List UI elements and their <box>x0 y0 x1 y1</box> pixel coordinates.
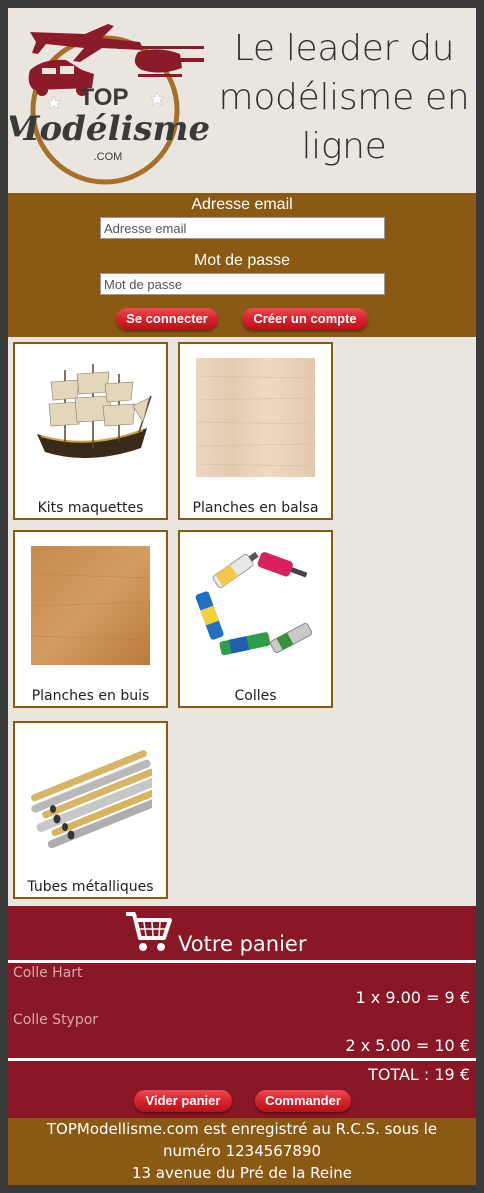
site-logo[interactable]: TOP Modélisme .COM <box>10 10 210 186</box>
cart-item-name: Colle Stypor <box>13 1012 99 1028</box>
svg-text:TOP: TOP <box>80 84 129 111</box>
product-label: Planches en balsa <box>192 500 319 516</box>
svg-text:Modélisme: Modélisme <box>10 109 210 149</box>
order-button[interactable]: Commander <box>255 1090 351 1112</box>
footer: TOPModellisme.com est enregistré au R.C.… <box>8 1118 476 1185</box>
header: TOP Modélisme .COM Le leader du modélism… <box>8 8 476 193</box>
page-frame: TOP Modélisme .COM Le leader du modélism… <box>8 8 476 1185</box>
cart-divider <box>8 1058 476 1061</box>
cart-total: TOTAL : 19 € <box>368 1065 470 1084</box>
empty-cart-button[interactable]: Vider panier <box>134 1090 232 1112</box>
ship-model-image <box>29 356 152 479</box>
product-card-kits-maquettes[interactable]: Kits maquettes <box>13 342 168 520</box>
cart-panel: Votre panier Colle Hart 1 x 9.00 = 9 € C… <box>8 906 476 1118</box>
cart-item-line: 2 x 5.00 = 10 € <box>345 1036 470 1055</box>
cart-item-name: Colle Hart <box>13 965 83 981</box>
shopping-cart-icon <box>126 912 172 951</box>
cart-title: Votre panier <box>178 932 307 956</box>
email-label: Adresse email <box>191 196 293 213</box>
footer-registration: TOPModellisme.com est enregistré au R.C.… <box>46 1120 438 1160</box>
footer-address: 13 avenue du Pré de la Reine <box>131 1164 353 1182</box>
product-label: Planches en buis <box>31 688 150 704</box>
product-label: Colles <box>234 688 277 704</box>
product-card-planches-balsa[interactable]: Planches en balsa <box>178 342 333 520</box>
login-form: Adresse email Mot de passe Se connecter … <box>8 193 476 337</box>
cart-divider <box>8 960 476 963</box>
metal-tubes-image <box>30 750 152 849</box>
glue-tubes-image <box>195 551 313 656</box>
product-label: Tubes métalliques <box>27 879 154 895</box>
password-field[interactable] <box>100 273 385 295</box>
product-card-tubes-metalliques[interactable]: Tubes métalliques <box>13 721 168 899</box>
site-tagline: Le leader du modélisme en ligne <box>218 28 470 167</box>
register-button[interactable]: Créer un compte <box>242 308 368 330</box>
svg-text:.COM: .COM <box>94 151 123 163</box>
boxwood-image <box>30 546 151 665</box>
password-label: Mot de passe <box>193 252 291 269</box>
product-card-colles[interactable]: Colles <box>178 530 333 708</box>
product-card-planches-buis[interactable]: Planches en buis <box>13 530 168 708</box>
balsa-wood-image <box>195 358 316 477</box>
email-field[interactable] <box>100 217 385 239</box>
product-label: Kits maquettes <box>37 500 144 516</box>
login-button[interactable]: Se connecter <box>116 308 218 330</box>
cart-item-line: 1 x 9.00 = 9 € <box>355 988 470 1007</box>
